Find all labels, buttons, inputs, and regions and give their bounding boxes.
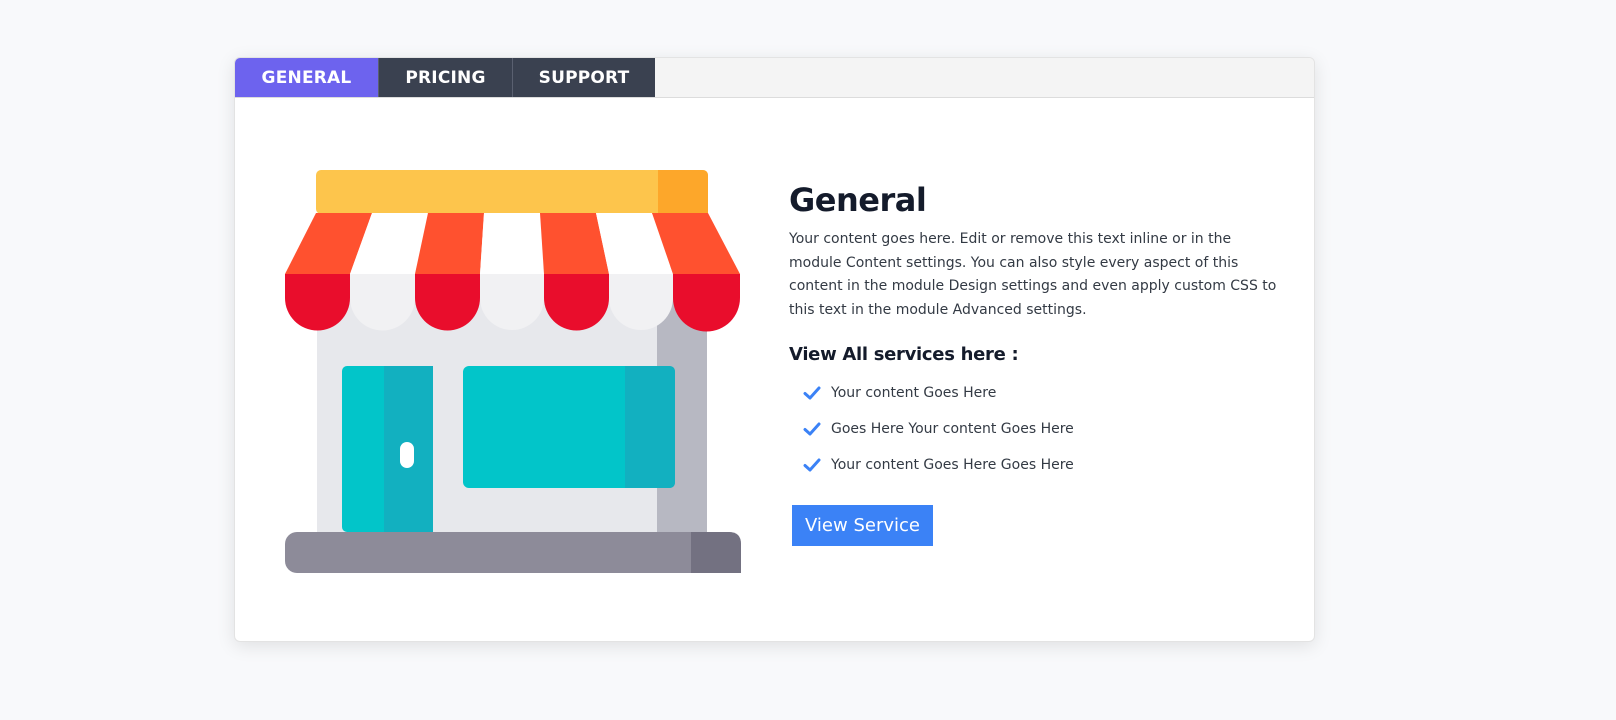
list-item-label: Your content Goes Here	[831, 385, 997, 401]
list-item-label: Your content Goes Here Goes Here	[831, 457, 1074, 473]
tabs-module: GENERAL PRICING SUPPORT General Your con…	[234, 57, 1315, 642]
list-item: Your content Goes Here Goes Here	[803, 447, 1279, 483]
list-item: Your content Goes Here	[803, 375, 1279, 411]
storefront-icon	[285, 166, 741, 576]
content-description: Your content goes here. Edit or remove t…	[789, 231, 1277, 318]
view-service-button[interactable]: View Service	[792, 505, 933, 546]
tab-general[interactable]: GENERAL	[235, 58, 378, 97]
services-heading: View All services here :	[789, 344, 1019, 365]
tab-bar: GENERAL PRICING SUPPORT	[235, 58, 1314, 98]
services-list: Your content Goes Here Goes Here Your co…	[803, 375, 1279, 483]
tab-content: General Your content goes here. Edit or …	[789, 180, 1279, 546]
tab-support[interactable]: SUPPORT	[512, 58, 655, 97]
tab-pricing[interactable]: PRICING	[378, 58, 512, 97]
list-item: Goes Here Your content Goes Here	[803, 411, 1279, 447]
check-icon	[803, 385, 821, 401]
check-icon	[803, 457, 821, 473]
check-icon	[803, 421, 821, 437]
content-title: General	[789, 181, 927, 219]
list-item-label: Goes Here Your content Goes Here	[831, 421, 1074, 437]
